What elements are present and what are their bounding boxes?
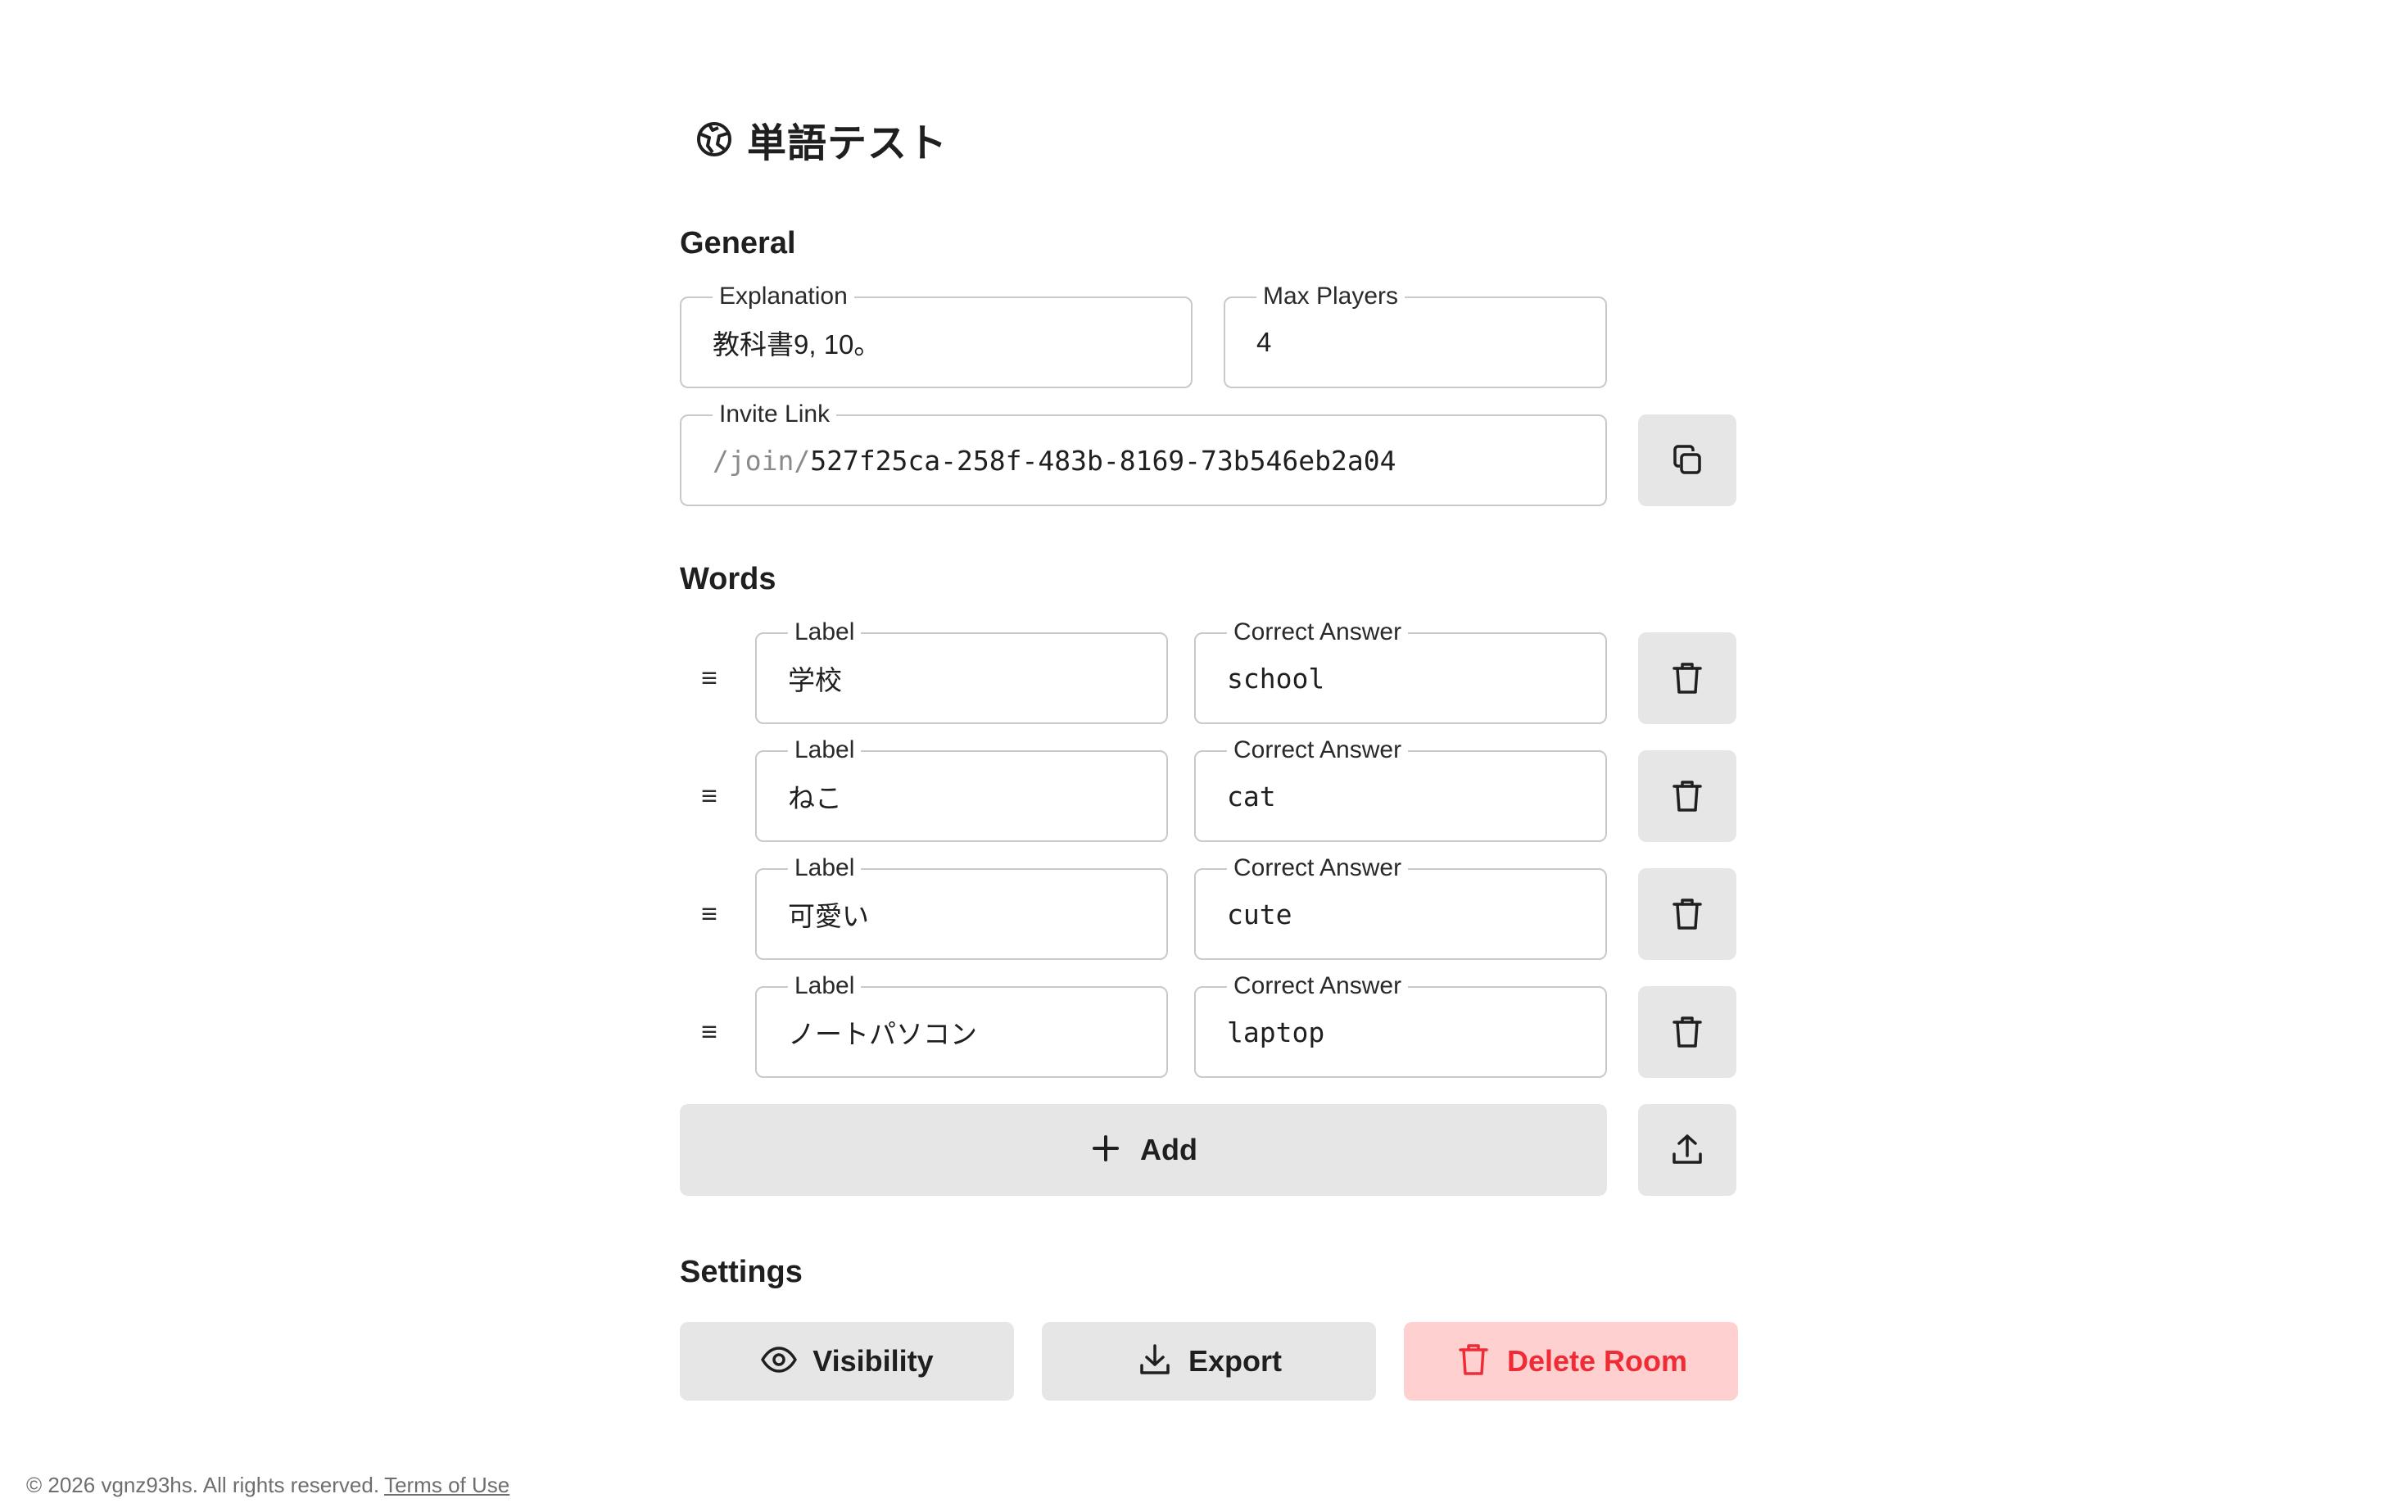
correct-answer-value[interactable]: cat (1227, 752, 1589, 840)
correct-answer-field[interactable]: Correct Answer laptop (1194, 972, 1607, 1078)
visibility-button[interactable]: Visibility (680, 1322, 1014, 1401)
eye-icon (760, 1341, 798, 1383)
footer: © 2026 vgnz93hs. All rights reserved. Ter… (26, 1473, 509, 1498)
delete-room-label: Delete Room (1506, 1344, 1688, 1378)
correct-answer-field[interactable]: Correct Answer cat (1194, 736, 1607, 842)
delete-word-button[interactable] (1638, 868, 1736, 960)
trash-icon (1668, 895, 1706, 933)
word-label-value[interactable]: 可愛い (788, 870, 1150, 958)
explanation-field[interactable]: Explanation 教科書9, 10。 (680, 283, 1193, 388)
invite-link-id: 527f25ca-258f-483b-8169-73b546eb2a04 (810, 444, 1396, 477)
copyright-text: © 2026 vgnz93hs. All rights reserved. (26, 1473, 380, 1497)
word-label-value[interactable]: ねこ (788, 752, 1150, 840)
page-header: 単語テスト (695, 113, 948, 165)
export-label: Export (1188, 1344, 1282, 1378)
explanation-value[interactable]: 教科書9, 10。 (713, 298, 1175, 387)
word-label-field[interactable]: Label 可愛い (755, 854, 1168, 960)
page-title: 単語テスト (747, 122, 948, 165)
invite-link-value[interactable]: /join/527f25ca-258f-483b-8169-73b546eb2a… (713, 416, 1589, 505)
drag-handle[interactable]: ≡ (698, 750, 721, 842)
word-label-value[interactable]: ノートパソコン (788, 988, 1150, 1076)
word-label-field[interactable]: Label ノートパソコン (755, 972, 1168, 1078)
upload-icon (1668, 1131, 1706, 1169)
invite-link-prefix: /join/ (713, 444, 811, 477)
max-players-value[interactable]: 4 (1256, 298, 1589, 387)
correct-answer-value[interactable]: laptop (1227, 988, 1589, 1076)
drag-handle[interactable]: ≡ (698, 632, 721, 724)
add-word-label: Add (1140, 1133, 1197, 1166)
trash-icon (1668, 777, 1706, 815)
delete-word-button[interactable] (1638, 750, 1736, 842)
add-word-button[interactable]: Add (680, 1104, 1607, 1196)
delete-word-button[interactable] (1638, 986, 1736, 1078)
globe-icon (695, 120, 734, 159)
delete-word-button[interactable] (1638, 632, 1736, 724)
settings-heading: Settings (680, 1255, 803, 1289)
upload-button[interactable] (1638, 1104, 1736, 1196)
invite-link-field[interactable]: Invite Link /join/527f25ca-258f-483b-816… (680, 401, 1607, 506)
drag-handle[interactable]: ≡ (698, 986, 721, 1078)
correct-answer-value[interactable]: cute (1227, 870, 1589, 958)
copy-icon (1668, 441, 1706, 479)
correct-answer-field[interactable]: Correct Answer school (1194, 618, 1607, 724)
word-label-value[interactable]: 学校 (788, 634, 1150, 722)
trash-icon (1668, 659, 1706, 697)
correct-answer-field[interactable]: Correct Answer cute (1194, 854, 1607, 960)
drag-handle[interactable]: ≡ (698, 868, 721, 960)
general-heading: General (680, 226, 796, 260)
word-label-field[interactable]: Label 学校 (755, 618, 1168, 724)
delete-room-button[interactable]: Delete Room (1404, 1322, 1738, 1401)
correct-answer-value[interactable]: school (1227, 634, 1589, 722)
export-button[interactable]: Export (1042, 1322, 1376, 1401)
trash-icon (1668, 1013, 1706, 1051)
download-icon (1136, 1341, 1174, 1383)
terms-of-use-link[interactable]: Terms of Use (384, 1473, 509, 1497)
words-heading: Words (680, 562, 776, 596)
plus-icon (1089, 1132, 1122, 1169)
trash-icon (1455, 1341, 1492, 1383)
word-label-field[interactable]: Label ねこ (755, 736, 1168, 842)
max-players-field[interactable]: Max Players 4 (1224, 283, 1607, 388)
copy-link-button[interactable] (1638, 414, 1736, 506)
visibility-label: Visibility (812, 1344, 934, 1378)
room-editor: 単語テスト General Explanation 教科書9, 10。 Max … (680, 0, 1738, 1512)
